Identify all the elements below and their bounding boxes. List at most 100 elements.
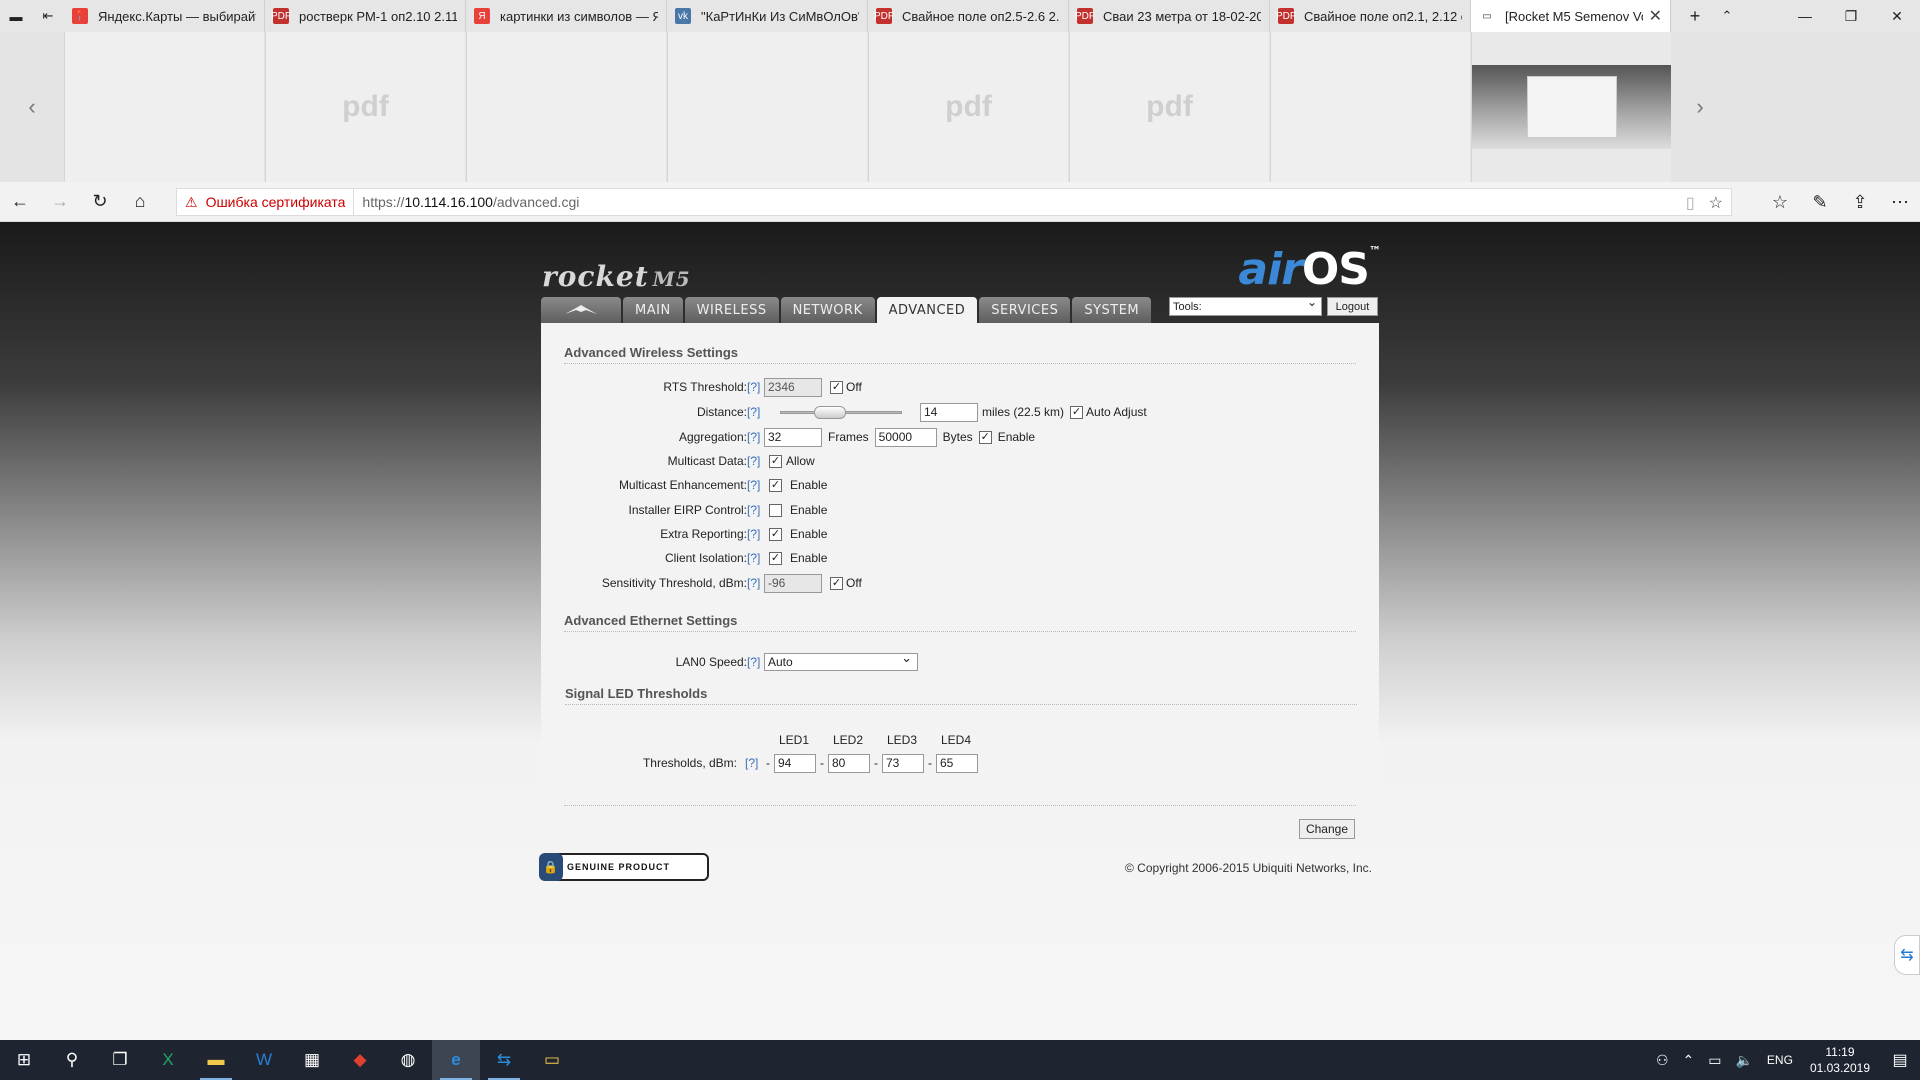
browser-tab[interactable]: PDF Сваи 23 метра от 18-02-20 <box>1069 0 1270 32</box>
calculator-icon[interactable]: ▦ <box>288 1040 336 1080</box>
tools-dropdown[interactable]: Tools: <box>1169 295 1322 316</box>
tab-preview[interactable] <box>466 32 666 182</box>
favorites-icon[interactable]: ☆ <box>1760 182 1800 222</box>
start-button-icon[interactable]: ⊞ <box>0 1040 48 1080</box>
aggregation-enable-checkbox[interactable]: ✓ <box>978 430 992 444</box>
browser-tab[interactable]: Якартинки из символов — Я <box>466 0 667 32</box>
help-link[interactable]: [?] <box>745 756 758 770</box>
set-tabs-aside-icon[interactable]: ⇤ <box>32 0 64 32</box>
close-window-button[interactable]: ✕ <box>1874 0 1920 32</box>
nav-tab-wireless[interactable]: WIRELESS <box>684 297 779 323</box>
web-note-icon[interactable]: ✎ <box>1800 182 1840 222</box>
agg-bytes-input[interactable]: 50000 <box>874 427 937 447</box>
close-tab-icon[interactable]: ✕ <box>1649 6 1662 26</box>
people-icon[interactable]: ⚇ <box>1649 1052 1676 1069</box>
app-icon[interactable]: ◍ <box>384 1040 432 1080</box>
nav-tab-main[interactable]: MAIN <box>623 297 683 323</box>
browser-tab[interactable]: 📍 Яндекс.Карты — выбирайт <box>64 0 265 32</box>
nav-tab-advanced[interactable]: ADVANCED <box>876 297 978 323</box>
network-icon[interactable]: ▭ <box>1701 1052 1728 1069</box>
browser-tab[interactable]: vk "КаРтИнКи Из СиМвОлОв" <box>667 0 868 32</box>
tray-overflow-icon[interactable]: ⌃ <box>1676 1052 1702 1069</box>
previews-right-arrow-icon[interactable]: › <box>1668 32 1732 182</box>
tab-preview[interactable] <box>667 32 867 182</box>
teamviewer-widget-icon[interactable]: ⇆ <box>1894 935 1920 975</box>
multicast-allow-checkbox[interactable]: ✓ <box>769 454 782 468</box>
share-icon[interactable]: ⇪ <box>1840 182 1880 222</box>
extra-reporting-checkbox[interactable]: ✓ <box>769 527 782 541</box>
ubiquiti-logo-tab-icon[interactable] <box>541 297 621 323</box>
app2-icon[interactable]: ▭ <box>528 1040 576 1080</box>
help-link[interactable]: [?] <box>747 430 760 444</box>
help-link[interactable]: [?] <box>747 655 760 669</box>
reading-view-icon[interactable]: ▯ <box>1686 193 1695 213</box>
notifications-icon[interactable]: ▤ <box>1880 1040 1920 1080</box>
certificate-warning[interactable]: ⚠ Ошибка сертификата <box>177 189 355 215</box>
lan0-speed-select[interactable]: Auto <box>764 650 918 671</box>
led3-input[interactable]: 73 <box>882 753 924 773</box>
more-icon[interactable]: ⋯ <box>1880 182 1920 222</box>
teamviewer-icon[interactable]: ⇆ <box>480 1040 528 1080</box>
led2-input[interactable]: 80 <box>828 753 870 773</box>
favorite-star-icon[interactable]: ☆ <box>1709 193 1723 213</box>
word-icon[interactable]: W <box>240 1040 288 1080</box>
multicast-enhancement-checkbox[interactable]: ✓ <box>769 478 782 492</box>
new-tab-button[interactable]: + <box>1679 0 1711 32</box>
browser-tab[interactable]: ▭ [Rocket M5 Semenov Vo ✕ <box>1471 0 1671 32</box>
sensitivity-off-checkbox[interactable]: ✓ <box>830 576 843 590</box>
tab-preview[interactable] <box>1270 32 1470 182</box>
logout-button[interactable]: Logout <box>1327 297 1378 316</box>
back-icon[interactable]: ← <box>0 182 40 222</box>
refresh-icon[interactable]: ↻ <box>80 182 120 222</box>
tab-preview[interactable]: pdf <box>1069 32 1269 182</box>
tab-preview[interactable]: pdf <box>868 32 1068 182</box>
excel-icon[interactable]: X <box>144 1040 192 1080</box>
acrobat-icon[interactable]: ◆ <box>336 1040 384 1080</box>
browser-tab[interactable]: PDF Свайное поле оп2.5-2.6 2.8 <box>868 0 1069 32</box>
help-link[interactable]: [?] <box>747 405 760 419</box>
clock[interactable]: 11:19 01.03.2019 <box>1800 1044 1880 1076</box>
tab-preview[interactable]: pdf <box>265 32 465 182</box>
nav-tab-network[interactable]: NETWORK <box>780 297 875 323</box>
help-link[interactable]: [?] <box>747 503 760 517</box>
edge-icon[interactable]: e <box>432 1040 480 1080</box>
help-link[interactable]: [?] <box>747 527 760 541</box>
forward-icon[interactable]: → <box>40 182 80 222</box>
browser-tab[interactable]: PDF Свайное поле оп2.1, 2.12 с <box>1270 0 1471 32</box>
home-icon[interactable]: ⌂ <box>120 182 160 222</box>
help-link[interactable]: [?] <box>747 454 760 468</box>
volume-icon[interactable]: 🔈 <box>1728 1052 1759 1069</box>
previews-left-arrow-icon[interactable]: ‹ <box>0 32 64 182</box>
nav-tab-system[interactable]: SYSTEM <box>1072 297 1152 323</box>
help-link[interactable]: [?] <box>747 551 760 565</box>
minimize-button[interactable]: — <box>1782 0 1828 32</box>
auto-adjust-checkbox[interactable]: ✓ <box>1070 405 1084 419</box>
eirp-checkbox[interactable] <box>769 503 782 517</box>
rts-input[interactable]: 2346 <box>764 377 822 397</box>
tab-manager-icon[interactable]: ▬ <box>0 0 32 32</box>
file-explorer-icon[interactable]: ▬ <box>192 1040 240 1080</box>
sensitivity-input[interactable]: -96 <box>764 573 822 593</box>
agg-frames-input[interactable]: 32 <box>764 427 822 447</box>
address-bar[interactable]: ⚠ Ошибка сертификата https://10.114.16.1… <box>176 188 1732 216</box>
nav-tab-services[interactable]: SERVICES <box>979 297 1071 323</box>
client-isolation-checkbox[interactable]: ✓ <box>769 551 782 565</box>
restore-button[interactable]: ❐ <box>1828 0 1874 32</box>
url-text[interactable]: https://10.114.16.100/advanced.cgi <box>354 194 579 210</box>
change-button[interactable]: Change <box>1299 819 1355 839</box>
collapse-previews-icon[interactable]: ⌃ <box>1711 0 1743 32</box>
distance-slider[interactable] <box>780 403 902 421</box>
slider-handle[interactable] <box>814 406 846 419</box>
search-icon[interactable]: ⚲ <box>48 1040 96 1080</box>
tab-preview[interactable] <box>64 32 264 182</box>
language-indicator[interactable]: ENG <box>1760 1053 1800 1067</box>
led4-input[interactable]: 65 <box>936 753 978 773</box>
browser-tab[interactable]: PDF ростверк РМ-1 оп2.10 2.11 <box>265 0 466 32</box>
task-view-icon[interactable]: ❐ <box>96 1040 144 1080</box>
rts-off-checkbox[interactable]: ✓ <box>830 380 843 394</box>
help-link[interactable]: [?] <box>747 380 760 394</box>
distance-input[interactable]: 14 <box>920 402 978 422</box>
help-link[interactable]: [?] <box>747 478 760 492</box>
help-link[interactable]: [?] <box>747 576 760 590</box>
led1-input[interactable]: 94 <box>774 753 816 773</box>
